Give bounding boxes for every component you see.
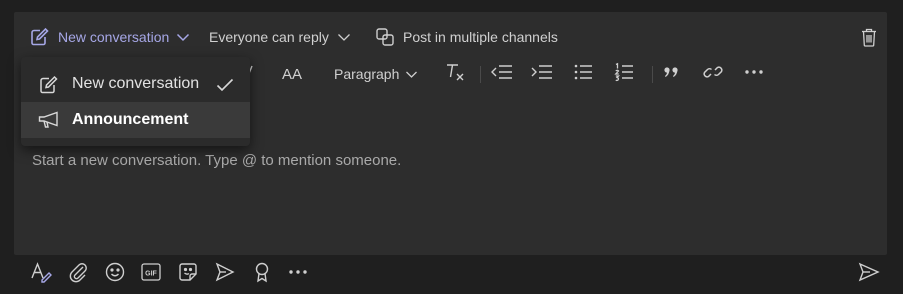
discard-button[interactable] bbox=[861, 28, 877, 52]
font-size-label: AA bbox=[282, 65, 303, 83]
bulleted-list-button[interactable] bbox=[573, 62, 593, 86]
send-icon bbox=[858, 261, 880, 288]
meet-now-button[interactable] bbox=[213, 262, 237, 286]
emoji-button[interactable] bbox=[103, 262, 127, 286]
toolbar-divider bbox=[480, 66, 481, 83]
decrease-indent-icon bbox=[491, 62, 513, 87]
more-icon bbox=[288, 262, 308, 287]
send-button[interactable] bbox=[857, 262, 881, 286]
reply-permission-button[interactable]: Everyone can reply bbox=[209, 25, 351, 49]
compose-icon bbox=[29, 27, 49, 47]
checkmark-icon bbox=[216, 78, 234, 97]
sticker-button[interactable] bbox=[176, 262, 200, 286]
format-icon bbox=[30, 261, 52, 288]
toolbar-divider bbox=[652, 66, 653, 83]
decrease-indent-button[interactable] bbox=[491, 62, 513, 86]
quote-icon bbox=[662, 62, 680, 87]
clear-formatting-button[interactable] bbox=[444, 62, 466, 86]
quote-button[interactable] bbox=[662, 62, 680, 86]
conversation-mode-label: New conversation bbox=[58, 29, 170, 45]
sticker-icon bbox=[177, 261, 199, 288]
menu-item-label: New conversation bbox=[72, 75, 200, 92]
post-multiple-channels-label: Post in multiple channels bbox=[403, 29, 558, 45]
menu-item-label: Announcement bbox=[72, 111, 189, 128]
meet-icon bbox=[214, 261, 236, 288]
paragraph-style-label: Paragraph bbox=[334, 66, 400, 82]
insert-link-button[interactable] bbox=[702, 62, 724, 86]
svg-text:GIF: GIF bbox=[145, 270, 157, 277]
format-button[interactable] bbox=[29, 261, 53, 288]
compose-actions-bar: GIF bbox=[0, 257, 903, 291]
compose-icon bbox=[38, 75, 58, 100]
chevron-down-icon bbox=[405, 66, 418, 82]
menu-item-announcement[interactable]: Announcement bbox=[21, 102, 250, 138]
gif-icon: GIF bbox=[140, 261, 162, 288]
reply-permission-label: Everyone can reply bbox=[209, 29, 329, 45]
compose-top-toolbar: New conversation Everyone can reply Post… bbox=[14, 12, 887, 62]
clear-formatting-icon bbox=[444, 61, 466, 88]
praise-icon bbox=[252, 261, 272, 288]
attach-icon bbox=[68, 261, 88, 288]
copy-icon bbox=[375, 27, 395, 47]
numbered-list-button[interactable] bbox=[614, 62, 634, 86]
chevron-down-icon bbox=[176, 32, 190, 42]
conversation-mode-button[interactable]: New conversation bbox=[29, 25, 190, 49]
trash-icon bbox=[861, 28, 877, 51]
more-actions-button[interactable] bbox=[286, 262, 310, 286]
gif-button[interactable]: GIF bbox=[139, 262, 163, 286]
increase-indent-button[interactable] bbox=[531, 62, 553, 86]
chevron-down-icon bbox=[337, 32, 351, 42]
paragraph-style-select[interactable]: Paragraph bbox=[334, 62, 418, 86]
post-multiple-channels-button[interactable]: Post in multiple channels bbox=[375, 25, 558, 49]
more-icon bbox=[744, 62, 764, 87]
message-editor-placeholder[interactable]: Start a new conversation. Type @ to ment… bbox=[32, 152, 401, 169]
increase-indent-icon bbox=[531, 62, 553, 87]
megaphone-icon bbox=[38, 111, 60, 134]
attach-button[interactable] bbox=[66, 262, 90, 286]
numbered-list-icon bbox=[614, 62, 634, 87]
menu-item-new-conversation[interactable]: New conversation bbox=[21, 66, 250, 102]
emoji-icon bbox=[104, 261, 126, 288]
conversation-mode-menu: New conversation Announcement bbox=[21, 57, 250, 146]
more-formatting-button[interactable] bbox=[744, 62, 764, 86]
praise-button[interactable] bbox=[250, 262, 274, 286]
link-icon bbox=[702, 62, 724, 87]
bulleted-list-icon bbox=[573, 62, 593, 87]
font-size-button[interactable]: AA bbox=[282, 62, 302, 86]
